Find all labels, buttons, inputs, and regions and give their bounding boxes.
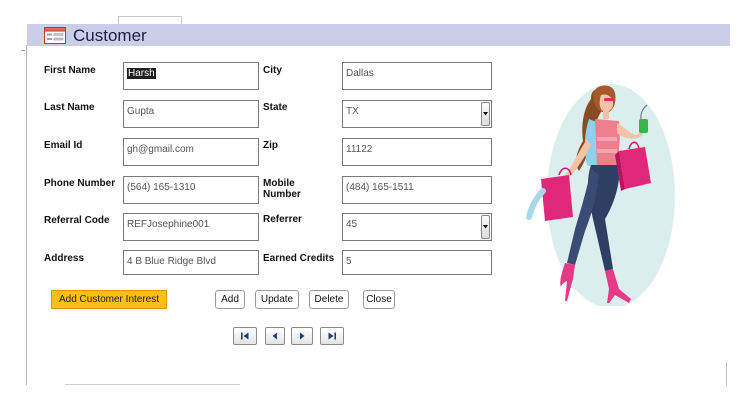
delete-button[interactable]: Delete xyxy=(309,290,349,309)
phone-field[interactable]: (564) 165-1310 xyxy=(123,176,259,204)
state-label: State xyxy=(263,102,288,113)
phone-label: Phone Number xyxy=(44,178,116,189)
referrer-value: 45 xyxy=(346,219,358,230)
update-button[interactable]: Update xyxy=(255,290,299,309)
next-record-icon xyxy=(300,332,305,340)
form-left-border xyxy=(26,45,27,385)
first-name-label: First Name xyxy=(44,65,96,76)
record-selector-mark xyxy=(21,50,25,51)
last-record-icon xyxy=(328,332,336,340)
email-field[interactable]: gh@gmail.com xyxy=(123,138,259,166)
zip-field[interactable]: 11122 xyxy=(342,138,492,166)
chevron-down-icon xyxy=(483,225,488,229)
mobile-label: Mobile Number xyxy=(263,178,301,200)
address-field[interactable]: 4 B Blue Ridge Blvd xyxy=(123,250,259,275)
referrer-select[interactable]: 45 xyxy=(342,213,492,241)
add-customer-interest-button[interactable]: Add Customer Interest xyxy=(51,290,167,309)
address-label: Address xyxy=(44,253,85,264)
close-button[interactable]: Close xyxy=(363,290,395,309)
previous-record-button[interactable] xyxy=(265,327,285,345)
mobile-label-line1: Mobile xyxy=(263,178,295,189)
form-title: Customer xyxy=(73,26,147,45)
earned-credits-field[interactable]: 5 xyxy=(342,250,492,275)
first-record-icon xyxy=(241,332,249,340)
earned-credits-label: Earned Credits xyxy=(263,253,335,264)
state-dropdown-button[interactable] xyxy=(481,102,490,126)
mobile-label-line2: Number xyxy=(263,189,301,200)
city-field[interactable]: Dallas xyxy=(342,62,492,90)
last-record-button[interactable] xyxy=(320,327,344,345)
referral-code-label: Referral Code xyxy=(44,215,110,226)
scroll-edge-mark xyxy=(726,362,729,386)
first-record-button[interactable] xyxy=(233,327,257,345)
form-bottom-border xyxy=(65,384,240,385)
first-name-field[interactable]: Harsh xyxy=(123,62,259,90)
city-label: City xyxy=(263,65,282,76)
referral-code-field[interactable]: REFJosephine001 xyxy=(123,213,259,241)
last-name-field[interactable]: Gupta xyxy=(123,100,259,128)
add-button[interactable]: Add xyxy=(215,290,245,309)
state-value: TX xyxy=(346,106,359,117)
form-icon xyxy=(44,27,66,44)
first-name-value: Harsh xyxy=(127,68,156,79)
next-record-button[interactable] xyxy=(291,327,313,345)
mobile-field[interactable]: (484) 165-1511 xyxy=(342,176,492,204)
last-name-label: Last Name xyxy=(44,102,95,113)
state-select[interactable]: TX xyxy=(342,100,492,128)
zip-label: Zip xyxy=(263,140,278,151)
referrer-label: Referrer xyxy=(263,214,302,225)
previous-record-icon xyxy=(272,332,277,340)
shopping-woman-image xyxy=(526,84,675,306)
email-label: Email Id xyxy=(44,140,83,151)
chevron-down-icon xyxy=(483,112,488,116)
referrer-dropdown-button[interactable] xyxy=(481,215,490,239)
